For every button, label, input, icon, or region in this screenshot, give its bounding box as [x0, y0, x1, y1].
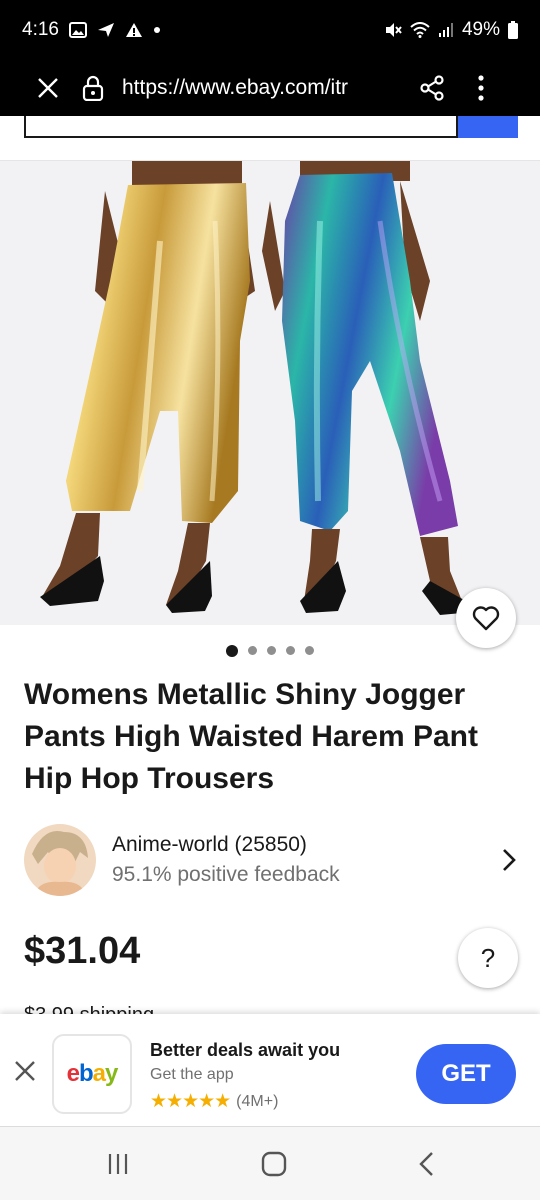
banner-subline: Get the app: [150, 1066, 234, 1083]
share-icon[interactable]: [420, 75, 444, 101]
mute-icon: [385, 23, 402, 37]
watchlist-button[interactable]: [456, 588, 516, 648]
signal-icon: [438, 23, 453, 37]
system-nav-bar: [0, 1126, 540, 1200]
carousel-dot[interactable]: [248, 646, 257, 655]
send-icon: [97, 23, 114, 37]
browser-toolbar: https://www.ebay.com/itr: [0, 60, 540, 116]
star-rating-icon: ★★★★★: [150, 1091, 231, 1112]
rating-count: (4M+): [236, 1092, 279, 1110]
heart-icon: [472, 606, 500, 631]
app-install-banner: ebay Better deals await you Get the app …: [0, 1014, 540, 1126]
listing-title: Womens Metallic Shiny Jogger Pants High …: [24, 678, 478, 795]
chevron-right-icon: [503, 849, 516, 871]
price: $31.04: [24, 930, 141, 972]
search-input[interactable]: [24, 116, 458, 138]
seller-name: Anime-world (25850): [112, 833, 307, 856]
status-bar: 4:16 49%: [0, 0, 540, 60]
battery-percent: 49%: [461, 19, 500, 40]
question-icon: ?: [480, 942, 496, 973]
carousel-dot[interactable]: [267, 646, 276, 655]
image-carousel-dots: [0, 645, 540, 657]
wifi-icon: [410, 22, 430, 38]
gallery-icon: [68, 22, 87, 38]
app-rating: ★★★★★ (4M+): [150, 1090, 278, 1113]
help-button[interactable]: ?: [458, 928, 518, 988]
recent-apps-icon[interactable]: [106, 1152, 130, 1176]
carousel-dot[interactable]: [286, 646, 295, 655]
search-button[interactable]: [458, 116, 518, 138]
more-options-icon[interactable]: [478, 75, 484, 101]
product-image[interactable]: [0, 161, 540, 625]
shipping-text: $3.99 shipping: [24, 1000, 154, 1014]
product-photo: [0, 161, 540, 625]
seller-avatar: [24, 824, 96, 896]
get-app-button[interactable]: GET: [416, 1044, 516, 1104]
battery-icon: [508, 21, 518, 39]
carousel-dot[interactable]: [226, 645, 238, 657]
banner-headline: Better deals await you: [150, 1040, 341, 1060]
home-icon[interactable]: [261, 1151, 287, 1177]
back-icon[interactable]: [418, 1151, 434, 1177]
carousel-dot[interactable]: [305, 646, 314, 655]
status-time: 4:16: [22, 19, 59, 40]
seller-feedback: 95.1% positive feedback: [112, 863, 340, 886]
url-text[interactable]: https://www.ebay.com/itr: [122, 76, 398, 100]
lock-icon[interactable]: [82, 75, 104, 101]
warning-icon: [125, 23, 142, 37]
ebay-app-logo: ebay: [52, 1034, 132, 1114]
close-banner-icon[interactable]: [12, 1058, 38, 1084]
seller-row[interactable]: Anime-world (25850) 95.1% positive feedb…: [24, 822, 516, 898]
dot-icon: [153, 27, 160, 33]
close-tab-icon[interactable]: [30, 76, 66, 100]
